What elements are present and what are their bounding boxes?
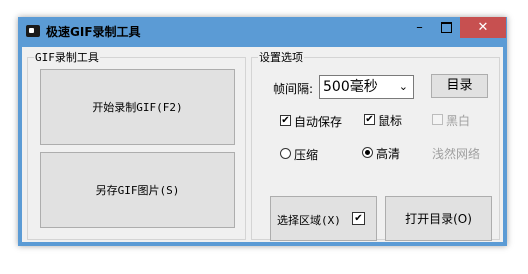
compress-radio[interactable] xyxy=(280,148,291,159)
interval-value: 500毫秒 xyxy=(323,79,378,95)
gif-tool-legend: GIF录制工具 xyxy=(35,51,99,64)
interval-select[interactable]: 500毫秒 ⌄ xyxy=(319,75,414,99)
interval-label: 帧间隔: xyxy=(273,82,314,96)
start-record-button[interactable]: 开始录制GIF(F2) xyxy=(40,69,235,145)
settings-legend: 设置选项 xyxy=(259,51,303,64)
autosave-checkbox[interactable]: ✔ xyxy=(280,115,291,126)
brand-link[interactable]: 浅然网络 xyxy=(432,145,480,162)
window-title: 极速GIF录制工具 xyxy=(46,25,141,39)
region-checkbox[interactable]: ✔ xyxy=(352,212,365,225)
camera-icon xyxy=(26,25,40,37)
save-gif-button[interactable]: 另存GIF图片(S) xyxy=(40,152,235,228)
open-directory-button[interactable]: 打开目录(O) xyxy=(385,196,492,241)
mouse-checkbox[interactable]: ✔ xyxy=(364,114,375,125)
chevron-down-icon: ⌄ xyxy=(398,80,408,93)
bw-label: 黑白 xyxy=(446,114,471,128)
maximize-icon xyxy=(441,22,452,33)
minimize-button[interactable]: – xyxy=(406,17,433,38)
close-button[interactable]: ✕ xyxy=(460,17,506,38)
maximize-button[interactable] xyxy=(433,17,460,38)
app-window: 极速GIF录制工具 – ✕ GIF录制工具 开始录制GIF(F2) 另存GIF图… xyxy=(18,17,507,246)
hd-radio[interactable] xyxy=(362,147,373,158)
mouse-label: 鼠标 xyxy=(378,114,403,128)
title-bar[interactable]: 极速GIF录制工具 – ✕ xyxy=(18,17,507,47)
select-region-label: 选择区域(X) xyxy=(277,214,341,227)
compress-label: 压缩 xyxy=(294,148,319,162)
autosave-label: 自动保存 xyxy=(294,115,343,129)
directory-button[interactable]: 目录 xyxy=(431,74,488,98)
bw-checkbox[interactable] xyxy=(432,114,443,125)
client-area: GIF录制工具 开始录制GIF(F2) 另存GIF图片(S) 设置选项 帧间隔:… xyxy=(22,47,503,242)
hd-label: 高清 xyxy=(376,147,401,161)
select-region-button[interactable]: 选择区域(X) ✔ xyxy=(270,196,377,241)
